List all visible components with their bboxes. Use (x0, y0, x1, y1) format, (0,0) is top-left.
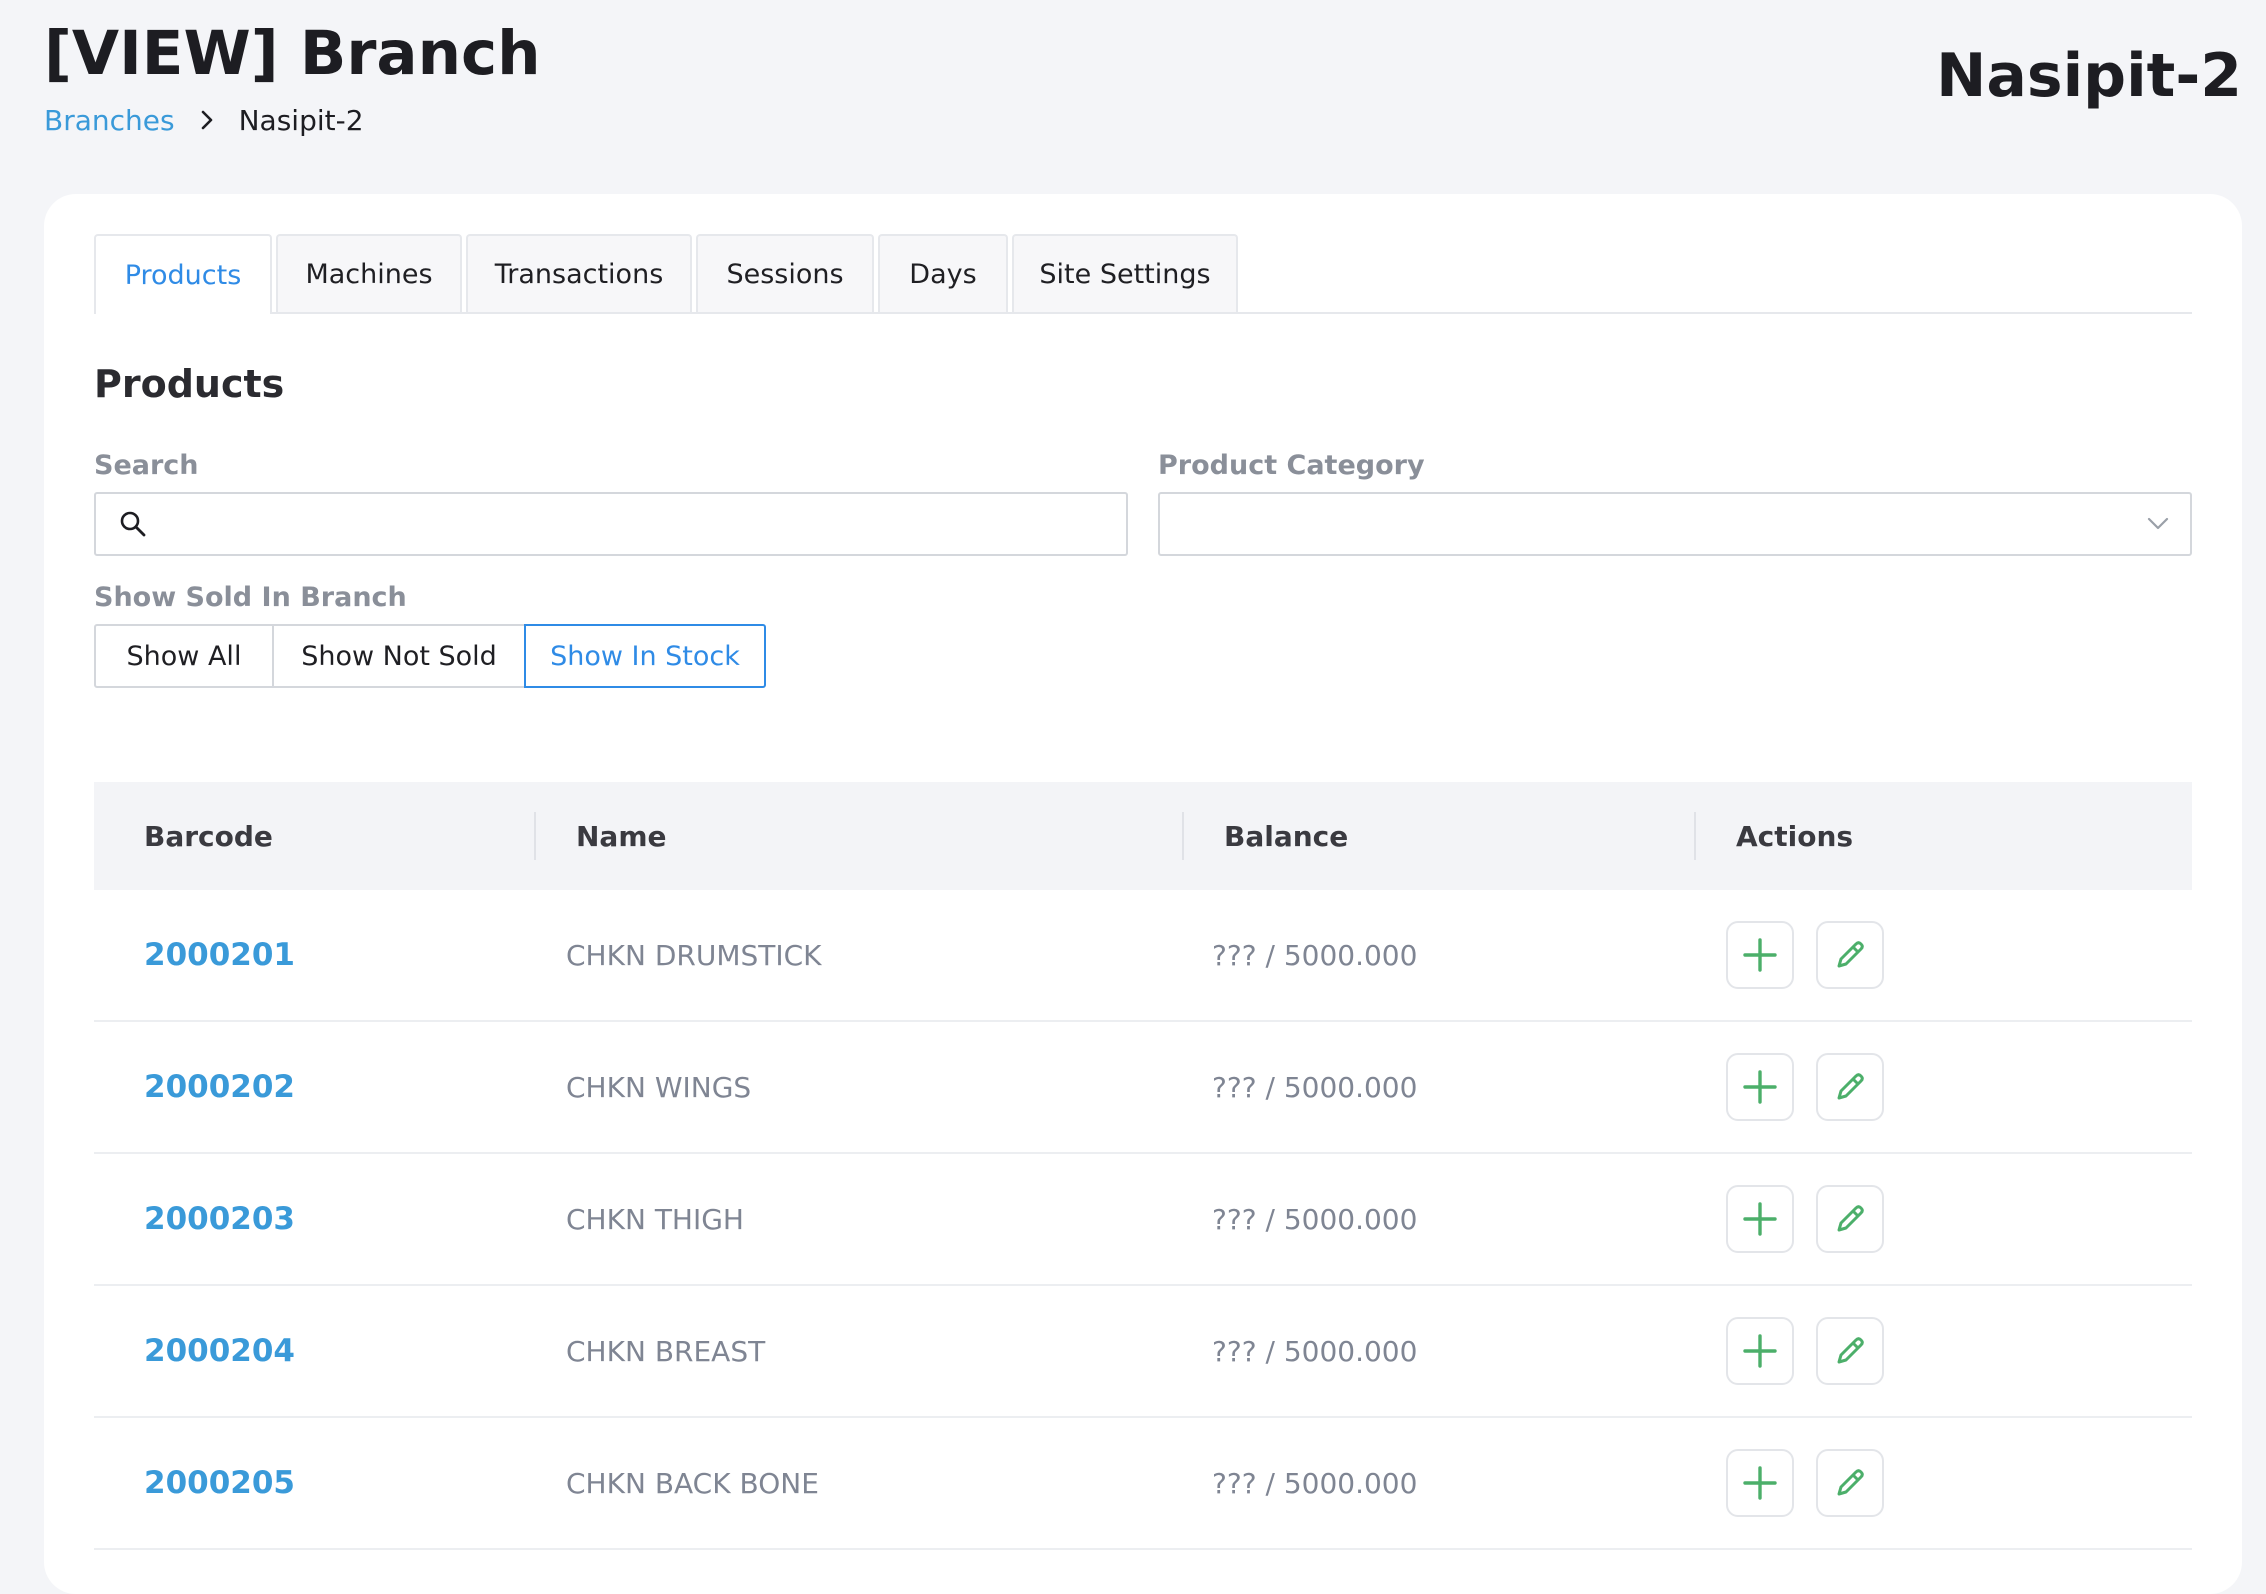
edit-product-button[interactable] (1816, 1449, 1884, 1517)
add-stock-button[interactable] (1726, 1053, 1794, 1121)
search-icon (96, 509, 170, 539)
show-in-stock-button[interactable]: Show In Stock (524, 624, 766, 688)
show-sold-label: Show Sold In Branch (94, 582, 407, 613)
tab-sessions[interactable]: Sessions (696, 234, 874, 312)
tab-days[interactable]: Days (878, 234, 1008, 312)
barcode-link[interactable]: 2000203 (144, 1201, 295, 1237)
pencil-icon (1837, 1205, 1864, 1232)
tab-transactions[interactable]: Transactions (466, 234, 692, 312)
tab-machines[interactable]: Machines (276, 234, 462, 312)
table-row: 2000205 CHKN BACK BONE ??? / 5000.000 (94, 1418, 2192, 1550)
product-balance: ??? / 5000.000 (1212, 1070, 1418, 1104)
add-stock-button[interactable] (1726, 1449, 1794, 1517)
product-balance: ??? / 5000.000 (1212, 938, 1418, 972)
search-input[interactable] (170, 495, 1126, 553)
breadcrumb-link-branches[interactable]: Branches (44, 104, 175, 137)
add-stock-button[interactable] (1726, 921, 1794, 989)
column-divider (534, 812, 536, 860)
column-header-name: Name (576, 819, 667, 853)
edit-product-button[interactable] (1816, 1185, 1884, 1253)
column-header-barcode: Barcode (144, 819, 273, 853)
product-balance: ??? / 5000.000 (1212, 1202, 1418, 1236)
edit-product-button[interactable] (1816, 1053, 1884, 1121)
column-divider (1182, 812, 1184, 860)
plus-icon (1743, 938, 1777, 972)
table-row: 2000202 CHKN WINGS ??? / 5000.000 (94, 1022, 2192, 1154)
tab-bar: Products Machines Transactions Sessions … (94, 234, 2192, 314)
tab-products[interactable]: Products (94, 234, 272, 314)
column-header-actions: Actions (1736, 819, 1854, 853)
product-name: CHKN BREAST (566, 1334, 766, 1368)
page-title: [VIEW] Branch (44, 18, 541, 89)
chevron-right-icon (175, 109, 239, 131)
tab-site-settings[interactable]: Site Settings (1012, 234, 1238, 312)
search-label: Search (94, 450, 199, 481)
products-table: Barcode Name Balance Actions 2000201 CHK… (94, 782, 2192, 1550)
barcode-link[interactable]: 2000201 (144, 937, 295, 973)
product-name: CHKN BACK BONE (566, 1466, 819, 1500)
search-field[interactable] (94, 492, 1128, 556)
chevron-down-icon (2146, 509, 2170, 539)
product-name: CHKN WINGS (566, 1070, 752, 1104)
barcode-link[interactable]: 2000202 (144, 1069, 295, 1105)
product-balance: ??? / 5000.000 (1212, 1466, 1418, 1500)
plus-icon (1743, 1334, 1777, 1368)
product-category-select[interactable] (1158, 492, 2192, 556)
column-divider (1694, 812, 1696, 860)
table-row: 2000203 CHKN THIGH ??? / 5000.000 (94, 1154, 2192, 1286)
add-stock-button[interactable] (1726, 1185, 1794, 1253)
table-header: Barcode Name Balance Actions (94, 782, 2192, 890)
column-header-balance: Balance (1224, 819, 1349, 853)
plus-icon (1743, 1070, 1777, 1104)
show-sold-toggle-group: Show All Show Not Sold Show In Stock (94, 624, 766, 688)
pencil-icon (1837, 941, 1864, 968)
table-row: 2000201 CHKN DRUMSTICK ??? / 5000.000 (94, 890, 2192, 1022)
pencil-icon (1837, 1469, 1864, 1496)
plus-icon (1743, 1466, 1777, 1500)
product-category-label: Product Category (1158, 450, 1425, 481)
edit-product-button[interactable] (1816, 921, 1884, 989)
product-name: CHKN THIGH (566, 1202, 744, 1236)
barcode-link[interactable]: 2000204 (144, 1333, 295, 1369)
show-not-sold-button[interactable]: Show Not Sold (272, 624, 526, 688)
edit-product-button[interactable] (1816, 1317, 1884, 1385)
breadcrumb: Branches Nasipit-2 (44, 98, 364, 142)
branch-name-heading: Nasipit-2 (1936, 41, 2242, 111)
table-row: 2000204 CHKN BREAST ??? / 5000.000 (94, 1286, 2192, 1418)
plus-icon (1743, 1202, 1777, 1236)
barcode-link[interactable]: 2000205 (144, 1465, 295, 1501)
add-stock-button[interactable] (1726, 1317, 1794, 1385)
pencil-icon (1837, 1073, 1864, 1100)
breadcrumb-current: Nasipit-2 (238, 103, 364, 137)
section-title: Products (94, 362, 285, 406)
product-name: CHKN DRUMSTICK (566, 938, 822, 972)
pencil-icon (1837, 1337, 1864, 1364)
product-balance: ??? / 5000.000 (1212, 1334, 1418, 1368)
show-all-button[interactable]: Show All (94, 624, 274, 688)
main-card: Products Machines Transactions Sessions … (44, 194, 2242, 1594)
